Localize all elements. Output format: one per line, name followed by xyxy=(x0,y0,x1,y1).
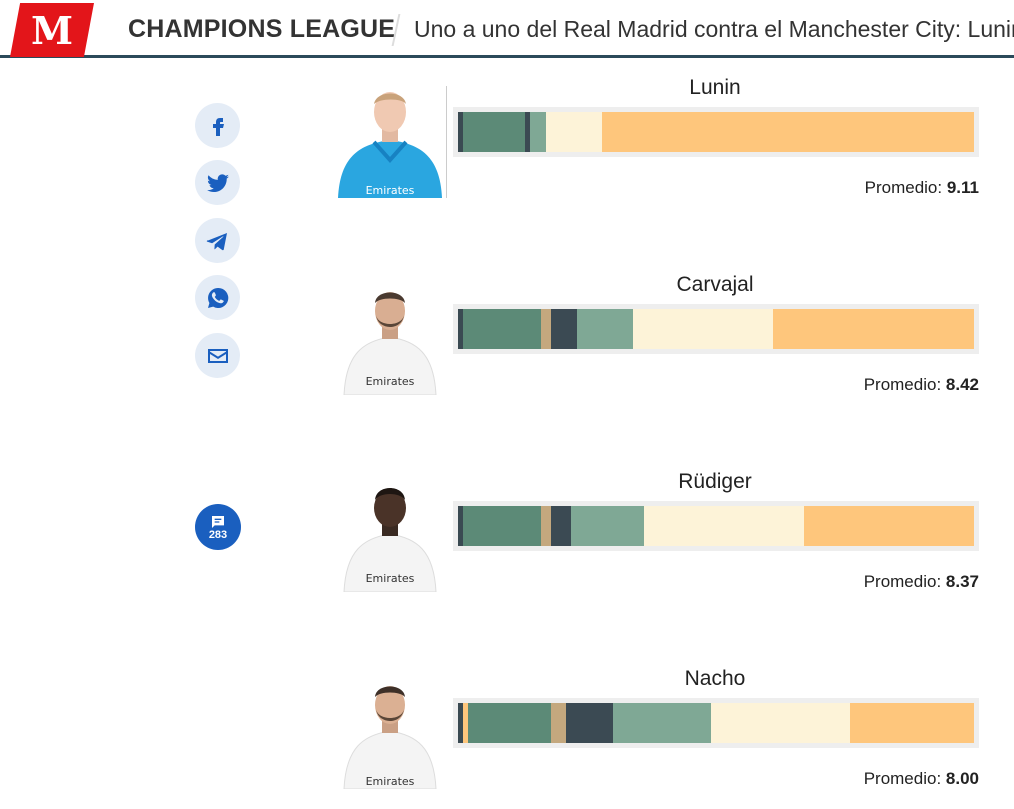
facebook-icon xyxy=(212,117,224,136)
photo-divider xyxy=(446,86,447,198)
email-icon xyxy=(207,348,228,363)
average-rating: Promedio: 8.00 xyxy=(864,769,979,789)
rating-segment xyxy=(550,309,577,349)
twitter-share-button[interactable] xyxy=(195,160,240,205)
rating-segment xyxy=(633,309,773,349)
rating-segment xyxy=(530,112,546,152)
rating-distribution-bar xyxy=(453,107,979,157)
email-share-button[interactable] xyxy=(195,333,240,378)
rating-segment xyxy=(803,506,974,546)
player-row: Emirates Lunin Promedio: 9.11 xyxy=(330,74,990,244)
facebook-share-button[interactable] xyxy=(195,103,240,148)
whatsapp-share-button[interactable] xyxy=(195,275,240,320)
svg-text:Emirates: Emirates xyxy=(366,572,415,585)
player-photo-illustration: Emirates xyxy=(343,686,437,789)
rating-distribution-bar xyxy=(453,304,979,354)
article-headline: Uno a uno del Real Madrid contra el Manc… xyxy=(414,16,1014,42)
average-label: Promedio: xyxy=(863,375,942,394)
rating-segment xyxy=(463,309,541,349)
average-label: Promedio: xyxy=(863,572,942,591)
svg-text:Emirates: Emirates xyxy=(366,775,415,788)
rating-segment xyxy=(540,506,551,546)
player-row: Emirates Carvajal Promedio: 8.42 xyxy=(330,271,990,441)
average-value: 8.37 xyxy=(945,572,979,591)
player-name: Nacho xyxy=(684,667,746,690)
rating-segment xyxy=(643,506,804,546)
average-label: Promedio: xyxy=(864,178,943,197)
twitter-icon xyxy=(206,173,229,192)
rating-distribution-bar xyxy=(453,501,979,551)
telegram-icon xyxy=(206,232,227,250)
rating-segment xyxy=(550,506,572,546)
comments-button[interactable]: 283 xyxy=(195,504,241,550)
rating-distribution-bar xyxy=(453,698,979,748)
rating-segment xyxy=(463,112,526,152)
player-photo: Emirates xyxy=(338,677,442,789)
average-label: Promedio: xyxy=(863,769,942,788)
player-photo-illustration: Emirates xyxy=(343,488,437,592)
average-rating: Promedio: 8.37 xyxy=(864,572,979,592)
marca-logo[interactable]: M xyxy=(10,3,94,57)
player-row: Emirates Nacho Promedio: 8.00 xyxy=(330,665,990,809)
rating-segment xyxy=(545,112,603,152)
rating-segment xyxy=(772,309,974,349)
rating-segment xyxy=(550,703,567,743)
rating-segment xyxy=(463,506,541,546)
player-photo-illustration: Emirates xyxy=(343,292,437,395)
player-name: Carvajal xyxy=(676,273,754,296)
rating-segment xyxy=(571,506,644,546)
svg-text:Emirates: Emirates xyxy=(366,375,415,388)
rating-segment xyxy=(540,309,551,349)
player-photo: Emirates xyxy=(338,86,442,198)
rating-segment xyxy=(468,703,551,743)
section-title[interactable]: CHAMPIONS LEAGUE xyxy=(128,15,395,44)
site-header: M CHAMPIONS LEAGUE Uno a uno del Real Ma… xyxy=(0,0,1014,58)
rating-segment xyxy=(566,703,613,743)
player-name: Rüdiger xyxy=(678,470,752,493)
player-photo-illustration: Emirates xyxy=(338,92,442,198)
player-name: Lunin xyxy=(689,76,741,99)
rating-segment xyxy=(576,309,634,349)
rating-segment xyxy=(850,703,974,743)
telegram-share-button[interactable] xyxy=(195,218,240,263)
player-row: Emirates Rüdiger Promedio: 8.37 xyxy=(330,468,990,638)
logo-letter: M xyxy=(30,7,74,53)
average-value: 9.11 xyxy=(946,178,979,197)
svg-text:Emirates: Emirates xyxy=(366,184,415,197)
average-value: 8.42 xyxy=(945,375,979,394)
average-rating: Promedio: 9.11 xyxy=(865,178,979,198)
rating-segment xyxy=(710,703,851,743)
comments-count: 283 xyxy=(208,528,228,541)
average-rating: Promedio: 8.42 xyxy=(864,375,979,395)
rating-segment xyxy=(612,703,711,743)
player-photo: Emirates xyxy=(338,480,442,592)
average-value: 8.00 xyxy=(945,769,979,788)
comment-icon xyxy=(212,515,224,528)
whatsapp-icon xyxy=(207,287,228,308)
rating-segment xyxy=(602,112,974,152)
player-photo: Emirates xyxy=(338,283,442,395)
